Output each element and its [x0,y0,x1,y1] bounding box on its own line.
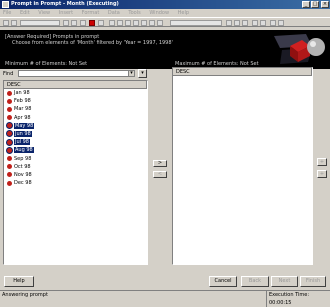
element-icon [7,90,12,96]
selected-elements-list[interactable]: DESC [172,67,313,265]
toolbar-icon[interactable] [234,20,240,26]
toolbar [0,17,330,27]
element-icon [7,115,12,121]
menu-help[interactable]: Help [178,10,189,16]
toolbar-icon[interactable] [260,20,266,26]
minimize-button[interactable]: _ [302,1,310,8]
element-icon [7,180,12,186]
status-text: Answering prompt [2,292,48,298]
menu-bar: File Edit View Insert Format Data Tools … [0,9,330,17]
list-item[interactable]: Sep 98 [4,155,147,163]
available-items: Jan 98 Feb 98 Mar 98 Apr 98 May 98 Jun 9… [4,89,147,187]
maximize-button[interactable]: □ [311,1,319,8]
toolbar-icon[interactable] [141,20,147,26]
list-item[interactable]: Oct 98 [4,163,147,171]
toolbar-icon[interactable] [270,20,276,26]
close-button[interactable]: × [321,1,329,8]
help-button[interactable]: Help [4,276,34,287]
toolbar-icon[interactable] [157,20,163,26]
list-item-selected[interactable]: Jul 98 [4,138,147,146]
menu-view[interactable]: View [38,10,50,16]
prompt-description: Choose from elements of 'Month' filtered… [12,40,173,46]
toolbar-icon[interactable] [98,20,104,26]
menu-format[interactable]: Format [82,10,100,16]
list-item-selected[interactable]: Aug 98 [4,146,147,154]
move-down-button[interactable]: + [317,170,327,178]
list-item[interactable]: Mar 98 [4,105,147,113]
menu-file[interactable]: File [3,10,11,16]
stop-icon[interactable] [89,20,95,26]
toolbar-combo[interactable] [20,20,60,26]
list-item[interactable]: Jan 98 [4,89,147,97]
find-input[interactable] [18,70,135,77]
element-icon [7,98,12,104]
add-selection-button[interactable]: > [153,160,167,167]
toolbar-icon[interactable] [242,20,248,26]
prompt-banner: [Answer Required] Prompts in prompt Choo… [0,30,330,69]
find-dropdown-button[interactable]: ▾ [128,70,135,77]
menu-data[interactable]: Data [108,10,120,16]
toolbar-icon[interactable] [252,20,258,26]
cancel-button[interactable]: Cancel [209,276,237,287]
list-item-selected[interactable]: May 98 [4,122,147,130]
status-bar: Answering prompt Execution Time: 00:00:1… [0,290,330,307]
toolbar-icon[interactable] [278,20,284,26]
list-item[interactable]: Dec 98 [4,179,147,187]
toolbar-icon[interactable] [125,20,131,26]
toolbar-icon[interactable] [3,20,9,26]
toolbar-icon[interactable] [11,20,17,26]
find-label: Find [3,71,14,77]
app-icon [2,1,9,8]
available-elements-list[interactable]: DESC Jan 98 Feb 98 Mar 98 Apr 98 May 98 … [3,80,148,265]
column-header-desc[interactable]: DESC [173,68,312,76]
next-button[interactable]: Next [271,276,298,287]
menu-window[interactable]: Window [149,10,169,16]
toolbar-combo[interactable] [170,20,222,26]
element-icon [7,147,12,153]
list-item[interactable]: Nov 98 [4,171,147,179]
toolbar-icon[interactable] [80,20,86,26]
menu-insert[interactable]: Insert [59,10,73,16]
toolbar-icon[interactable] [226,20,232,26]
find-button[interactable]: ▾ [138,69,147,78]
menu-tools[interactable]: Tools [128,10,140,16]
toolbar-icon[interactable] [71,20,77,26]
execution-time: Execution Time: 00:00:15 [266,291,330,307]
list-item[interactable]: Apr 98 [4,114,147,122]
element-icon [7,131,12,137]
list-item[interactable]: Feb 98 [4,97,147,105]
toolbar-icon[interactable] [149,20,155,26]
column-header-desc[interactable]: DESC [4,81,147,89]
window-title: Prompt in Prompt - Month (Executing) [11,1,119,7]
minimum-elements: Minimum # of Elements: Not Set [5,61,88,67]
element-icon [7,156,12,161]
menu-edit[interactable]: Edit [20,10,30,16]
title-bar[interactable]: Prompt in Prompt - Month (Executing) [0,0,330,9]
element-icon [7,139,12,145]
back-button[interactable]: Back [241,276,269,287]
toolbar-icon[interactable] [63,20,69,26]
move-up-button[interactable]: + [317,158,327,166]
element-icon [7,123,12,129]
remove-selection-button[interactable]: < [153,171,167,178]
element-icon [7,172,12,178]
cubes-logo-icon [274,34,325,64]
element-icon [7,106,12,112]
finish-button[interactable]: Finish [300,276,326,287]
toolbar-icon[interactable] [109,20,115,26]
list-item-selected[interactable]: Jun 98 [4,130,147,138]
toolbar-icon[interactable] [117,20,123,26]
element-icon [7,164,12,170]
toolbar-icon[interactable] [133,20,139,26]
